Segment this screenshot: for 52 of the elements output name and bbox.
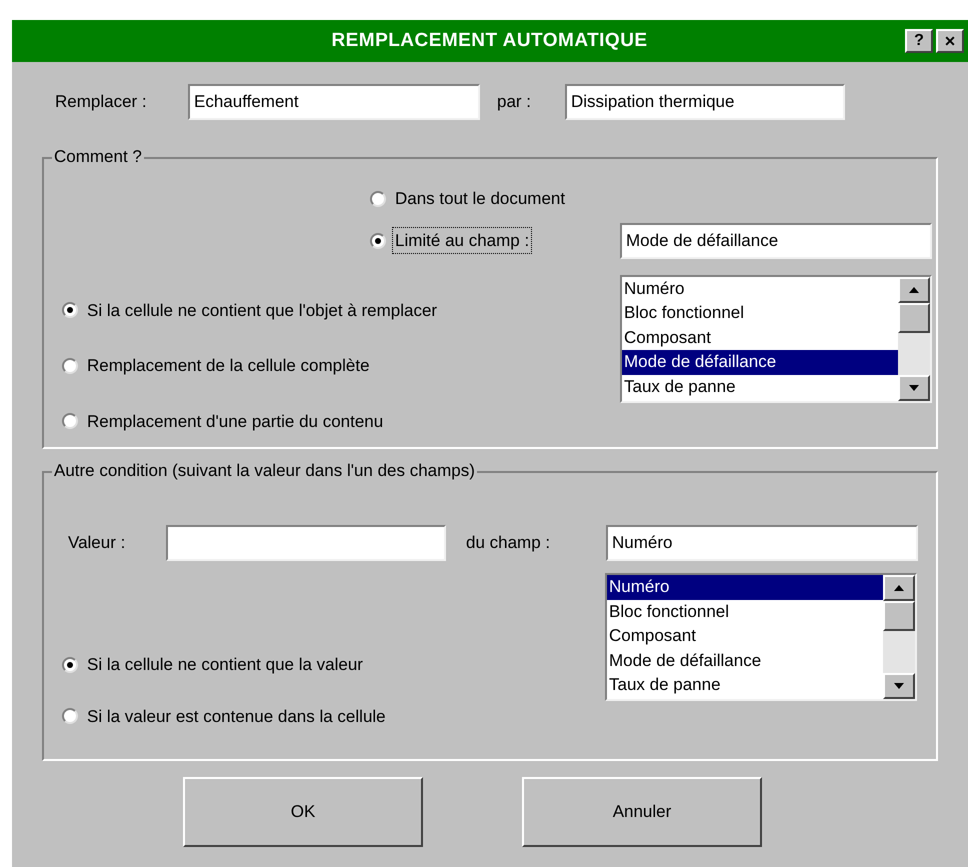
list-box[interactable]: Numéro Bloc fonctionnel Composant Mode de défaillance Taux de panne	[620, 274, 932, 402]
text-field[interactable]: Numéro	[606, 525, 918, 561]
text-field[interactable]: Mode de défaillance	[620, 222, 932, 258]
scrollbar[interactable]	[883, 575, 915, 699]
close-button[interactable]: ×	[936, 29, 964, 53]
list-box[interactable]: Numéro Bloc fonctionnel Composant Mode de défaillance Taux de panne	[605, 573, 917, 701]
list-item[interactable]: Taux de panne	[622, 374, 898, 399]
radio-button[interactable]	[62, 656, 78, 673]
up-arrow-icon	[894, 585, 904, 591]
list-item[interactable]: Numéro	[622, 276, 898, 301]
ok-button[interactable]: OK	[183, 777, 423, 847]
down-arrow-icon	[909, 384, 919, 390]
scroll-down-button[interactable]	[898, 374, 930, 400]
scrollbar[interactable]	[898, 276, 930, 400]
cancel-button[interactable]: Annuler	[522, 777, 762, 847]
text-field[interactable]: Dissipation thermique	[565, 84, 845, 120]
radio-button[interactable]	[370, 232, 386, 248]
radio-button[interactable]	[62, 413, 78, 430]
scroll-thumb[interactable]	[883, 601, 915, 631]
list-item[interactable]: Bloc fonctionnel	[622, 301, 898, 326]
up-arrow-icon	[909, 286, 919, 292]
list-item[interactable]: Mode de défaillance	[622, 350, 898, 374]
down-arrow-icon	[894, 683, 904, 689]
replace-label: Remplacer :	[55, 91, 148, 114]
radio-button[interactable]	[62, 708, 78, 724]
scroll-thumb[interactable]	[898, 302, 930, 332]
radio-label: Si la cellule ne contient que la valeur	[86, 654, 364, 676]
text-field[interactable]	[166, 525, 446, 561]
list-item[interactable]: Composant	[607, 624, 883, 648]
list-item[interactable]: Composant	[622, 326, 898, 350]
value-label: Valeur :	[68, 532, 126, 554]
radio-button[interactable]	[62, 358, 78, 374]
scroll-down-button[interactable]	[883, 673, 915, 699]
by-label: par :	[497, 91, 532, 114]
radio-button[interactable]	[370, 190, 386, 207]
radio-label: Limité au champ :	[392, 226, 532, 254]
scroll-up-button[interactable]	[898, 276, 930, 302]
radio-label: Si la cellule ne contient que l'objet à remplacer	[86, 300, 438, 322]
radio-label: Dans tout le document	[394, 188, 566, 210]
radio-label: Remplacement de la cellule complète	[86, 355, 371, 377]
help-button[interactable]: ?	[905, 29, 933, 53]
list-item[interactable]: Mode de défaillance	[607, 648, 883, 673]
scroll-up-button[interactable]	[883, 575, 915, 601]
radio-button[interactable]	[62, 302, 78, 318]
radio-label: Remplacement d'une partie du contenu	[86, 410, 384, 432]
list-item[interactable]: Numéro	[607, 575, 883, 600]
list-item[interactable]: Taux de panne	[607, 673, 883, 698]
field-label: du champ :	[466, 532, 552, 554]
text-field[interactable]: Echauffement	[188, 84, 480, 120]
window-title: REMPLACEMENT AUTOMATIQUE	[331, 28, 648, 53]
radio-label: Si la valeur est contenue dans la cellule	[86, 706, 387, 728]
list-item[interactable]: Bloc fonctionnel	[607, 600, 883, 624]
